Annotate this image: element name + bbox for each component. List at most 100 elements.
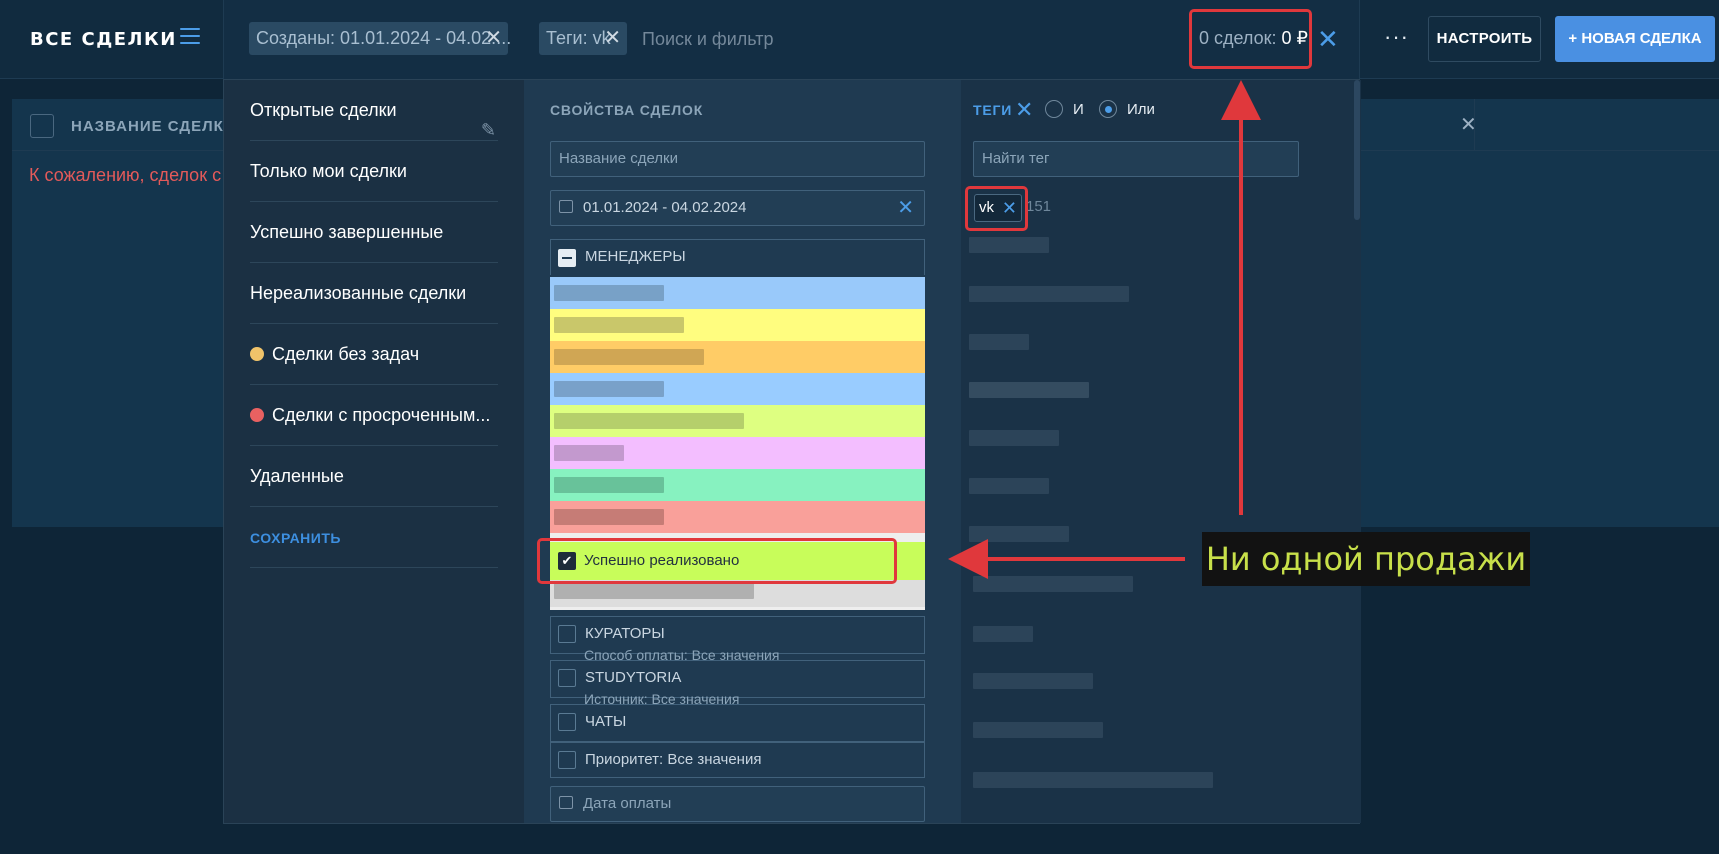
blurred-text	[554, 509, 664, 525]
red-dot-icon	[250, 408, 264, 422]
blurred-text	[554, 381, 664, 397]
page-title: ВСЕ СДЕЛКИ	[30, 29, 177, 50]
highlight-box	[965, 186, 1028, 231]
filter-chip-label: Созданы: 01.01.2024 - 04.02....	[256, 28, 512, 48]
preset-no-tasks[interactable]: Сделки без задач	[250, 324, 498, 385]
deal-name-input[interactable]: Название сделки	[550, 141, 925, 177]
close-icon[interactable]: ✕	[604, 22, 621, 55]
status-row[interactable]	[550, 277, 925, 309]
payment-date-input[interactable]: Дата оплаты	[550, 786, 925, 822]
status-row[interactable]	[550, 469, 925, 501]
calendar-icon	[559, 200, 573, 213]
checkbox[interactable]	[558, 713, 576, 731]
pipeline-label: ЧАТЫ	[585, 713, 627, 730]
blurred-text	[554, 285, 664, 301]
save-preset-button[interactable]: СОХРАНИТЬ	[250, 507, 498, 568]
filter-dropdown: Открытые сделки ✎ Только мои сделки Успе…	[223, 79, 1361, 824]
blurred-tag	[969, 430, 1059, 446]
preset-open-deals[interactable]: Открытые сделки ✎	[250, 80, 498, 141]
highlight-box	[1189, 9, 1312, 69]
pipeline-label: КУРАТОРЫ	[585, 625, 665, 642]
tags-title: ТЕГИ	[973, 102, 1013, 118]
blurred-tag	[969, 334, 1029, 350]
blurred-tag	[973, 772, 1213, 788]
preset-my-deals[interactable]: Только мои сделки	[250, 141, 498, 202]
filter-chip-label: Теги: vk	[546, 28, 611, 48]
clear-filter-icon[interactable]: ✕	[1317, 24, 1339, 55]
new-deal-button[interactable]: + НОВАЯ СДЕЛКА	[1555, 16, 1715, 62]
preset-label: Сделки с просроченным...	[272, 405, 491, 425]
status-row[interactable]	[550, 501, 925, 533]
preset-lost[interactable]: Нереализованные сделки	[250, 263, 498, 324]
blurred-tag	[973, 576, 1133, 592]
close-icon[interactable]: ✕	[485, 22, 502, 55]
blurred-tag	[973, 626, 1033, 642]
filter-chip-created[interactable]: Созданы: 01.01.2024 - 04.02.... ✕	[249, 22, 512, 55]
checkbox[interactable]	[558, 751, 576, 769]
pencil-icon[interactable]: ✎	[481, 100, 496, 140]
status-row[interactable]	[550, 437, 925, 469]
section-title: СВОЙСТВА СДЕЛОК	[550, 102, 704, 118]
calendar-icon	[559, 796, 573, 809]
status-row[interactable]	[550, 405, 925, 437]
preset-label: Успешно завершенные	[250, 222, 444, 242]
blurred-tag	[973, 722, 1103, 738]
blurred-text	[554, 445, 624, 461]
logic-and-radio[interactable]	[1045, 100, 1063, 118]
scrollbar[interactable]	[1354, 80, 1360, 220]
close-icon[interactable]: ✕	[1015, 97, 1033, 123]
preset-label: Удаленные	[250, 466, 344, 486]
status-row[interactable]	[550, 309, 925, 341]
select-all-checkbox[interactable]	[30, 114, 54, 138]
priority-label: Приоритет: Все значения	[585, 751, 762, 768]
logic-or-radio[interactable]	[1099, 100, 1117, 118]
date-range-value: 01.01.2024 - 04.02.2024	[583, 199, 747, 216]
logic-and-label: И	[1073, 101, 1084, 118]
filter-bar: Созданы: 01.01.2024 - 04.02.... ✕ Теги: …	[223, 0, 1360, 79]
preset-overdue[interactable]: Сделки с просроченным...	[250, 385, 498, 446]
annotation-callout: Ни одной продажи	[1202, 532, 1530, 586]
preset-won[interactable]: Успешно завершенные	[250, 202, 498, 263]
yellow-dot-icon	[250, 347, 264, 361]
date-range-input[interactable]: 01.01.2024 - 04.02.2024 ✕	[550, 190, 925, 226]
empty-message: К сожалению, сделок с п	[29, 165, 236, 185]
preset-label: Сделки без задач	[272, 344, 420, 364]
preset-label: Открытые сделки	[250, 100, 397, 120]
tags-filter: ТЕГИ ✕ И Или Найти тег vk ✕ 151	[961, 80, 1361, 823]
tag-search-input[interactable]: Найти тег	[973, 141, 1299, 177]
preset-label: Нереализованные сделки	[250, 283, 467, 303]
column-header-name[interactable]: НАЗВАНИЕ СДЕЛКИ	[71, 118, 236, 135]
status-row[interactable]	[550, 341, 925, 373]
blurred-tag	[969, 478, 1049, 494]
blurred-text	[554, 583, 754, 599]
divider	[1474, 99, 1475, 151]
checkbox[interactable]	[558, 625, 576, 643]
blurred-text	[554, 477, 664, 493]
blurred-tag	[969, 526, 1069, 542]
blurred-text	[554, 413, 744, 429]
filter-presets: Открытые сделки ✎ Только мои сделки Успе…	[224, 80, 524, 823]
checkbox[interactable]	[558, 669, 576, 687]
managers-group[interactable]: МЕНЕДЖЕРЫ	[550, 239, 925, 275]
blurred-text	[554, 349, 704, 365]
preset-deleted[interactable]: Удаленные	[250, 446, 498, 507]
tag-count: 151	[1026, 198, 1052, 215]
search-input[interactable]: Поиск и фильтр	[642, 29, 774, 50]
pipeline-chats[interactable]: ЧАТЫ	[550, 704, 925, 742]
save-label: СОХРАНИТЬ	[250, 530, 341, 546]
hamburger-menu-icon[interactable]	[180, 28, 200, 48]
highlight-box	[537, 538, 897, 584]
partial-checkbox-icon[interactable]	[558, 249, 576, 267]
setup-button[interactable]: НАСТРОИТЬ	[1428, 16, 1541, 62]
status-row[interactable]	[550, 373, 925, 405]
pipeline-label: STUDYTORIA	[585, 669, 682, 686]
priority-filter[interactable]: Приоритет: Все значения	[550, 742, 925, 778]
filter-chip-tags[interactable]: Теги: vk ✕	[539, 22, 627, 55]
payment-date-placeholder: Дата оплаты	[583, 795, 672, 812]
blurred-tag	[969, 237, 1049, 253]
close-icon[interactable]: ✕	[897, 191, 914, 225]
more-options-icon[interactable]: ···	[1384, 24, 1409, 50]
blurred-text	[554, 317, 684, 333]
blurred-tag	[969, 286, 1129, 302]
blurred-tag	[969, 382, 1089, 398]
